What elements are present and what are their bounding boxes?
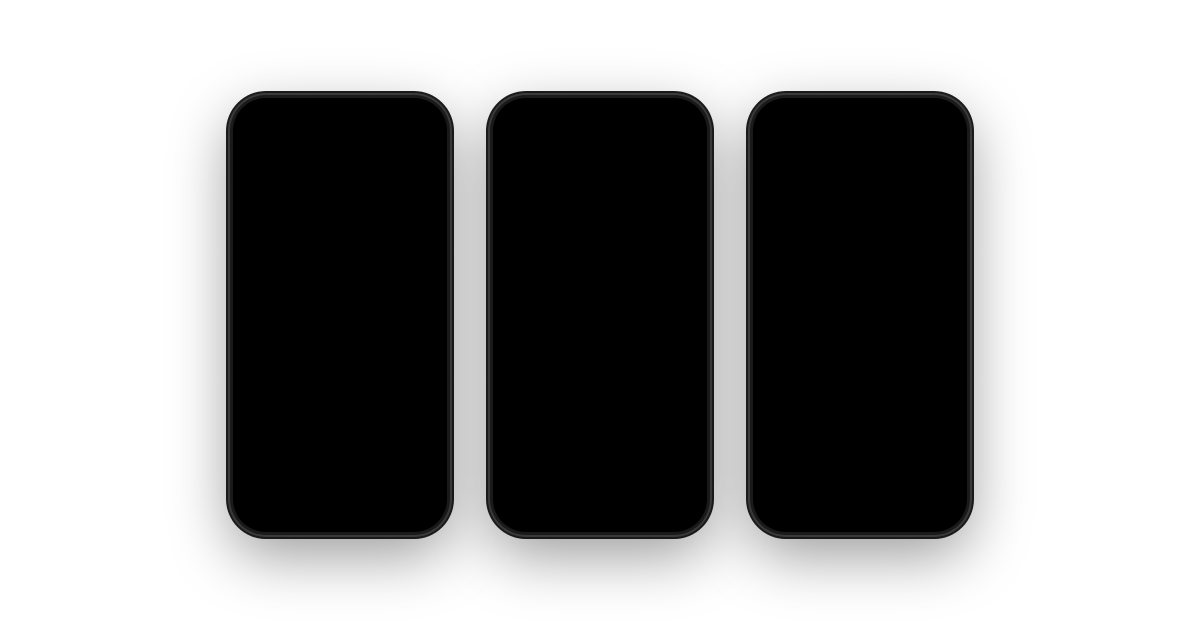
- iphone-2: ●●● wifi ● ● 100% ✈: [490, 95, 710, 535]
- iphone-1: September 11 Tue Cardio Architec... Univ…: [230, 95, 450, 535]
- phones-container: September 11 Tue Cardio Architec... Univ…: [210, 75, 990, 555]
- iphone-3: 🎵 iPhone Green Light Lorde 🎵: [750, 95, 970, 535]
